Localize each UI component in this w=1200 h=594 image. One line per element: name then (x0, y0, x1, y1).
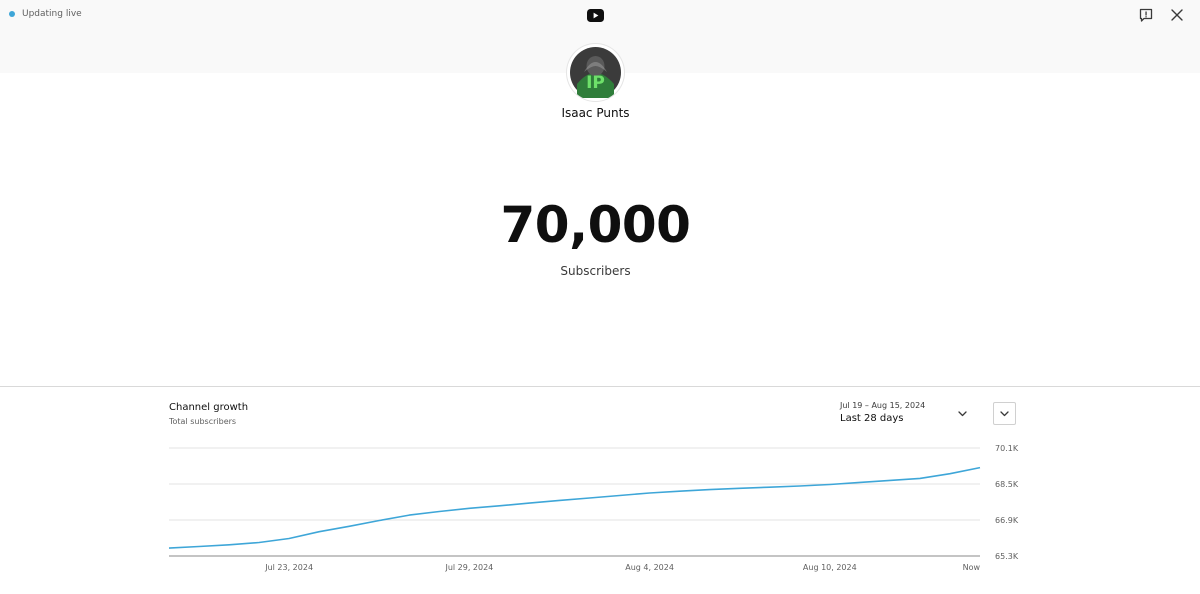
expand-chart-button[interactable] (993, 402, 1016, 425)
date-range-text: Jul 19 – Aug 15, 2024 (840, 401, 926, 410)
x-tick-label: Aug 10, 2024 (803, 563, 857, 572)
growth-chart: 70.1K 68.5K 66.9K 65.3K Jul 23, 2024 Jul 29, … (168, 444, 1019, 572)
x-tick-label: Aug 4, 2024 (625, 563, 674, 572)
x-tick-label: Now (963, 563, 981, 572)
subscriber-label: Subscribers (560, 264, 631, 278)
chevron-down-icon (958, 411, 967, 417)
status-text: Updating live (22, 9, 82, 19)
subscriber-count: 70,000 (500, 196, 691, 254)
date-range-dropdown[interactable]: Jul 19 – Aug 15, 2024 Last 28 days (840, 400, 975, 428)
live-indicator-dot (9, 11, 15, 17)
avatar-image: IP (570, 47, 621, 98)
date-range-label: Last 28 days (840, 413, 904, 424)
svg-text:IP: IP (586, 73, 605, 93)
x-tick-label: Jul 23, 2024 (264, 563, 313, 572)
channel-avatar[interactable]: IP (567, 44, 624, 101)
live-status: Updating live (9, 9, 82, 19)
y-tick-label: 66.9K (995, 516, 1019, 525)
section-divider (0, 386, 1200, 387)
growth-title: Channel growth (169, 402, 249, 413)
y-tick-label: 70.1K (995, 444, 1019, 453)
y-tick-label: 68.5K (995, 480, 1019, 489)
close-icon[interactable] (1169, 7, 1185, 23)
channel-name: Isaac Punts (561, 106, 630, 120)
growth-subtitle: Total subscribers (169, 417, 237, 426)
feedback-icon[interactable] (1138, 7, 1154, 23)
y-tick-label: 65.3K (995, 552, 1019, 561)
x-tick-label: Jul 29, 2024 (444, 563, 493, 572)
chevron-down-icon (1000, 411, 1009, 417)
youtube-logo-icon (587, 9, 604, 22)
series-line (168, 466, 981, 549)
